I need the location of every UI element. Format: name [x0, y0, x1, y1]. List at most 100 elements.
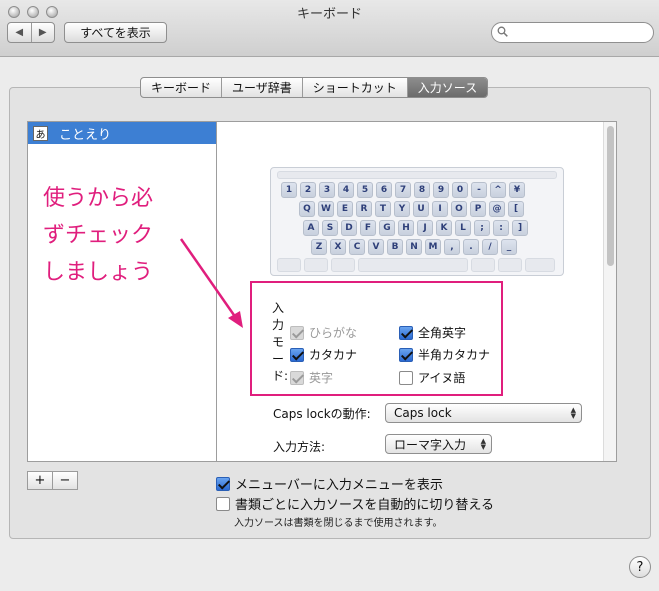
keyboard-key: B: [387, 239, 403, 255]
keyboard-key: S: [322, 220, 338, 236]
keyboard-key: W: [318, 201, 334, 217]
add-source-button[interactable]: +: [28, 472, 53, 489]
list-item-label: ことえり: [59, 127, 112, 143]
input-source-list: あ ことえり: [27, 121, 217, 462]
modifier-key: [498, 258, 522, 272]
keyboard-key: ]: [512, 220, 528, 236]
keyboard-key: P: [470, 201, 486, 217]
keyboard-key: J: [417, 220, 433, 236]
function-key-row: [277, 171, 557, 179]
keyboard-key: ,: [444, 239, 460, 255]
keyboard-key: O: [451, 201, 467, 217]
keyboard-key: M: [425, 239, 441, 255]
keyboard-key: Y: [394, 201, 410, 217]
annotation-line: ずチェック: [43, 223, 154, 248]
list-add-remove: + −: [27, 471, 78, 490]
caps-lock-label: Caps lockの動作:: [273, 407, 371, 421]
keyboard-key: K: [436, 220, 452, 236]
keyboard-key: H: [398, 220, 414, 236]
keyboard-key: ¥: [509, 182, 525, 198]
show-all-button[interactable]: すべてを表示: [64, 22, 167, 43]
keyboard-key: ;: [474, 220, 490, 236]
keyboard-key: @: [489, 201, 505, 217]
hiragana-icon: あ: [33, 125, 48, 141]
tab-bar: キーボード ユーザ辞書 ショートカット 入力ソース: [140, 77, 489, 98]
tab-keyboard[interactable]: キーボード: [141, 78, 223, 97]
space-key: [358, 258, 468, 272]
checkbox-label: メニューバーに入力メニューを表示: [235, 478, 443, 493]
keyboard-key: Z: [311, 239, 327, 255]
search-icon: [497, 26, 508, 37]
keyboard-key: 7: [395, 182, 411, 198]
keyboard-key: -: [471, 182, 487, 198]
help-button[interactable]: ?: [629, 556, 651, 578]
title-bar: キーボード ◀ ▶ すべてを表示: [0, 0, 659, 57]
checkbox-label: 書類ごとに入力ソースを自動的に切り替える: [235, 498, 494, 513]
keyboard-key: 6: [376, 182, 392, 198]
keyboard-key: [: [508, 201, 524, 217]
modifier-key: [304, 258, 328, 272]
keyboard-key: :: [493, 220, 509, 236]
keyboard-key: 0: [452, 182, 468, 198]
keyboard-key: A: [303, 220, 319, 236]
modifier-key: [277, 258, 301, 272]
search-field[interactable]: [491, 22, 654, 43]
keyboard-key: ^: [490, 182, 506, 198]
keyboard-row-zxcv: Z X C V B N M,. / _: [311, 239, 517, 255]
keyboard-key: C: [349, 239, 365, 255]
annotation-line: しましょう: [43, 260, 154, 285]
keyboard-key: Q: [299, 201, 315, 217]
auto-switch-checkbox[interactable]: 書類ごとに入力ソースを自動的に切り替える: [216, 494, 494, 513]
keyboard-key: 3: [319, 182, 335, 198]
annotation-highlight-box: [250, 281, 503, 396]
detail-scrollbar[interactable]: [603, 122, 616, 461]
keyboard-key: 8: [414, 182, 430, 198]
modifier-key: [471, 258, 495, 272]
input-method-popup[interactable]: ローマ字入力 ▲ ▼: [385, 434, 492, 454]
keyboard-key: N: [406, 239, 422, 255]
keyboard-row-blank: [277, 171, 557, 179]
keyboard-key: D: [341, 220, 357, 236]
keyboard-key: 9: [433, 182, 449, 198]
keyboard-key: V: [368, 239, 384, 255]
keyboard-key: R: [356, 201, 372, 217]
caps-lock-popup[interactable]: Caps lock ▲ ▼: [385, 403, 582, 423]
tab-shortcuts[interactable]: ショートカット: [303, 78, 408, 97]
modifier-key: [525, 258, 555, 272]
auto-switch-note: 入力ソースは書類を閉じるまで使用されます。: [234, 518, 443, 529]
popup-arrows-icon: ▲ ▼: [480, 437, 486, 451]
list-item-kotoeri[interactable]: あ ことえり: [28, 122, 216, 144]
scrollbar-thumb[interactable]: [607, 126, 614, 266]
keyboard-key: .: [463, 239, 479, 255]
keyboard-key: X: [330, 239, 346, 255]
keyboard-key: 5: [357, 182, 373, 198]
modifier-key: [331, 258, 355, 272]
checkbox-box[interactable]: [216, 496, 230, 511]
keyboard-key: 4: [338, 182, 354, 198]
back-button[interactable]: ◀: [8, 23, 32, 42]
keyboard-key: 1: [281, 182, 297, 198]
checkbox-box[interactable]: [216, 476, 230, 491]
tab-input-sources[interactable]: 入力ソース: [407, 78, 488, 97]
keyboard-key: F: [360, 220, 376, 236]
annotation-text: 使うから必 ずチェック しましょう: [43, 180, 193, 291]
forward-button[interactable]: ▶: [32, 23, 55, 42]
keyboard-row-space: [277, 258, 555, 272]
keyboard-key: E: [337, 201, 353, 217]
keyboard-key: _: [501, 239, 517, 255]
annotation-line: 使うから必: [43, 186, 154, 211]
input-method-label: 入力方法:: [273, 440, 326, 454]
tab-user-dictionary[interactable]: ユーザ辞書: [222, 78, 303, 97]
keyboard-row-numbers: 1 2 3 4 5 6 7 8 9 0- ^ ¥: [281, 182, 525, 198]
window-title: キーボード: [296, 7, 362, 22]
popup-value: Caps lock: [394, 406, 452, 420]
popup-value: ローマ字入力: [394, 437, 467, 452]
popup-arrows-icon: ▲ ▼: [570, 406, 576, 420]
keyboard-row-qwerty: Q W E R T Y U I O P @[: [299, 201, 524, 217]
remove-source-button[interactable]: −: [53, 472, 77, 489]
keyboard-key: G: [379, 220, 395, 236]
keyboard-viewer: 1 2 3 4 5 6 7 8 9 0- ^ ¥ Q W E R T Y U I O P @[ A S D F G H J K L;:] …: [270, 167, 564, 276]
show-input-menu-checkbox[interactable]: メニューバーに入力メニューを表示: [216, 474, 443, 493]
nav-back-forward: ◀ ▶: [7, 22, 55, 43]
keyboard-key: L: [455, 220, 471, 236]
